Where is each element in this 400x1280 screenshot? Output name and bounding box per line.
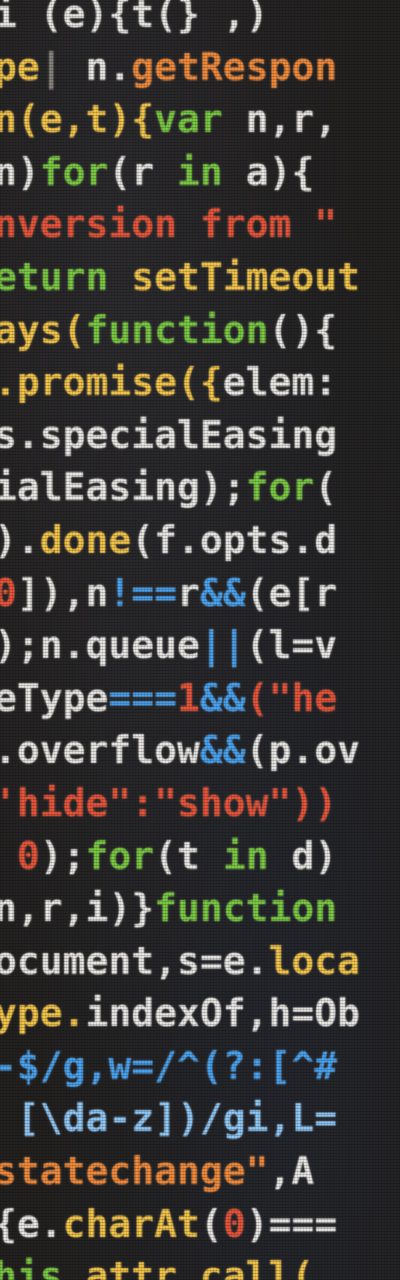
code-line: ).done(f.opts.d [0, 514, 400, 567]
code-token: === [108, 675, 178, 720]
code-token: 0 [16, 833, 40, 878]
code-token: ype. [0, 991, 86, 1036]
code-token: pe [0, 44, 40, 89]
code-token: ]),n [16, 570, 109, 615]
code-line: eturn setTimeout [0, 251, 400, 304]
code-token: !== [108, 570, 178, 615]
code-line: nversion from " [0, 198, 400, 251]
code-token: ,A [268, 1149, 315, 1194]
code-line: ialEasing);for( [0, 461, 400, 514]
code-token: {e. [0, 1201, 63, 1246]
code-line: pe| n.getRespon [0, 41, 400, 94]
code-token: (l=v [245, 623, 338, 668]
code-line: ays(function(){ [0, 304, 400, 357]
code-screen-photo: i (e){t(} ,) pe| n.getRespon n(e,t){var n,… [0, 0, 400, 1280]
code-token: ( [199, 1201, 223, 1246]
code-line: i (e){t(} ,) [0, 0, 400, 41]
code-token: loca [268, 938, 361, 983]
code-token: eturn [0, 254, 132, 299]
code-line: .overflow&&(p.ov [0, 724, 400, 777]
code-token: n) [0, 149, 40, 194]
code-token: var [154, 97, 223, 142]
code-token: 0 [0, 570, 17, 615]
code-line: 0);for(t in d) [0, 830, 400, 883]
code-token: (t [154, 833, 223, 878]
code-token: && [199, 728, 246, 773]
code-line: n)for(r in a){ [0, 146, 400, 199]
code-line: ocument,s=e.loca [0, 935, 400, 988]
code-token: setTimeout [131, 254, 361, 299]
code-token: ,h=Ob [245, 991, 361, 1036]
code-line: {e.charAt(0)=== [0, 1198, 400, 1251]
code-token: && [199, 675, 246, 720]
code-token: r [177, 570, 200, 615]
code-line: 'hide":"show")) [0, 777, 400, 830]
code-token: ). [0, 517, 40, 562]
code-line: -$/g,w=/^(?:[^# [0, 1040, 400, 1093]
code-token: statechange" [0, 1149, 269, 1194]
code-line: n,r,i)}function [0, 882, 400, 935]
code-token: ays( [0, 307, 86, 352]
code-token: for [245, 465, 315, 510]
code-token: nversion from " [0, 202, 338, 247]
code-token: s.specialEasing [0, 412, 338, 457]
code-token: charAt [62, 1201, 200, 1246]
code-token: 'hide":"show")) [0, 780, 338, 825]
code-line: statechange",A [0, 1145, 400, 1198]
code-line: his.attr.call( [0, 1250, 400, 1280]
code-token: (p.ov [245, 728, 361, 773]
code-token: d) [268, 833, 338, 878]
code-token: .overflow [0, 728, 200, 773]
code-token: getRespon [131, 44, 338, 89]
code-token: n,r, [222, 97, 338, 142]
code-token: (f.opts.d [131, 517, 338, 562]
code-token: indexOf [85, 991, 246, 1036]
code-token: in [222, 833, 269, 878]
code-token: 1 [177, 675, 200, 720]
code-token: i (e){t(} ,) [0, 0, 269, 36]
code-token: (r [108, 149, 178, 194]
code-token: ("he [245, 675, 338, 720]
code-token: ( [314, 465, 338, 510]
code-token: -$/g,w=/^(?:[^# [0, 1043, 338, 1088]
code-line: [\da-z])/gi,L= [0, 1092, 400, 1145]
code-token: (){ [268, 307, 338, 352]
code-line: );n.queue||(l=v [0, 619, 400, 672]
code-token: his. [0, 1254, 86, 1280]
code-token: );n.queue [0, 623, 200, 668]
code-token: n(e,t){ [0, 97, 155, 142]
code-token: function [154, 886, 338, 931]
code-token: n. [62, 44, 132, 89]
code-token: && [199, 570, 246, 615]
code-line: s.specialEasing [0, 409, 400, 462]
code-block: i (e){t(} ,) pe| n.getRespon n(e,t){var n,… [0, 0, 400, 1280]
code-token: done [39, 517, 132, 562]
code-token: for [85, 833, 155, 878]
code-token: eType [0, 675, 109, 720]
code-token: in [177, 149, 223, 194]
code-token: ); [39, 833, 86, 878]
code-token: .promise({ [0, 360, 223, 405]
code-token: || [199, 623, 246, 668]
code-line: .promise({elem: [0, 356, 400, 409]
code-line: ype.indexOf,h=Ob [0, 987, 400, 1040]
code-token: a){ [222, 149, 315, 194]
code-token: 0 [222, 1201, 246, 1246]
code-token: )=== [245, 1201, 338, 1246]
code-token: | [39, 44, 63, 89]
code-token: ialEasing); [0, 465, 246, 510]
code-token: attr.call( [85, 1254, 315, 1280]
code-line: 0]),n!==r&&(e[r [0, 567, 400, 620]
code-token: ocument,s=e. [0, 938, 269, 983]
code-token: function [85, 307, 269, 352]
code-line: eType===1&&("he [0, 672, 400, 725]
code-token: n,r,i)} [0, 886, 155, 931]
code-token: [\da-z])/gi,L= [0, 1096, 338, 1141]
code-token: for [39, 149, 109, 194]
code-token: (e[r [245, 570, 338, 615]
code-token: elem: [222, 360, 338, 405]
code-line: n(e,t){var n,r, [0, 93, 400, 146]
